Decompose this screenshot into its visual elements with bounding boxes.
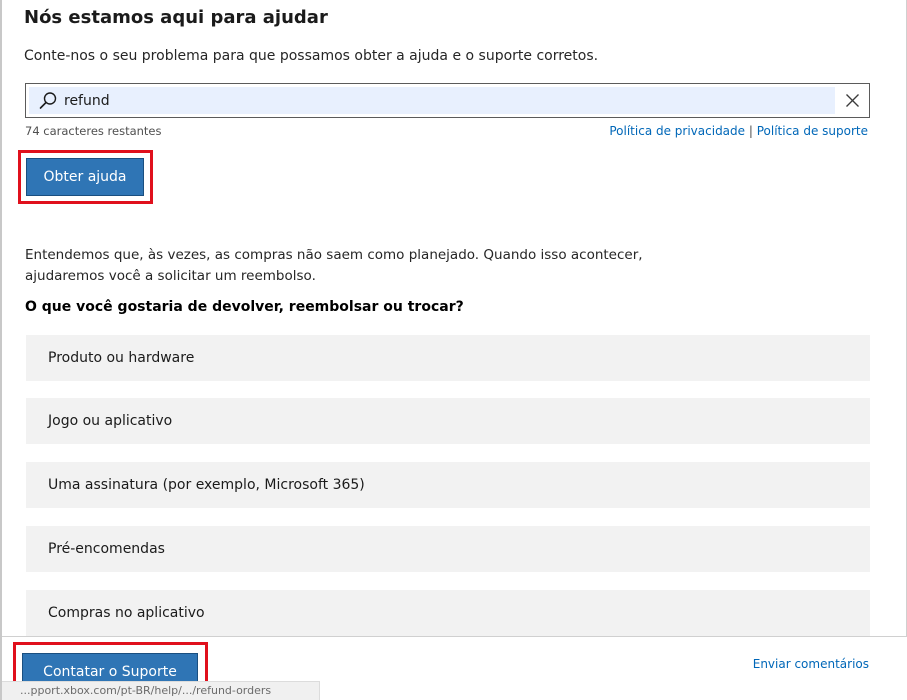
option-game-app[interactable]: Jogo ou aplicativo	[26, 398, 870, 444]
get-help-button[interactable]: Obter ajuda	[26, 158, 144, 196]
page-subtitle: Conte-nos o seu problema para que possam…	[24, 48, 599, 64]
close-icon[interactable]	[845, 93, 860, 108]
search-icon	[39, 92, 57, 109]
characters-remaining: 74 caracteres restantes	[25, 124, 162, 138]
refund-question: O que você gostaria de devolver, reembol…	[25, 299, 464, 315]
search-box[interactable]	[25, 83, 870, 118]
option-product-hardware[interactable]: Produto ou hardware	[26, 335, 870, 381]
send-feedback-link[interactable]: Enviar comentários	[753, 657, 869, 671]
help-panel: Nós estamos aqui para ajudar Conte-nos o…	[0, 0, 907, 700]
option-preorders[interactable]: Pré-encomendas	[26, 526, 870, 572]
option-in-app-purchases[interactable]: Compras no aplicativo	[26, 590, 870, 636]
link-separator: |	[745, 124, 757, 138]
support-policy-link[interactable]: Política de suporte	[757, 124, 868, 138]
refund-intro-text: Entendemos que, às vezes, as compras não…	[25, 247, 643, 284]
page-title: Nós estamos aqui para ajudar	[24, 7, 328, 28]
policy-links: Política de privacidade | Política de su…	[609, 124, 868, 138]
search-input[interactable]	[64, 88, 824, 113]
privacy-policy-link[interactable]: Política de privacidade	[609, 124, 745, 138]
status-bar-url: ...pport.xbox.com/pt-BR/help/.../refund-…	[2, 681, 320, 700]
option-subscription[interactable]: Uma assinatura (por exemplo, Microsoft 3…	[26, 462, 870, 508]
